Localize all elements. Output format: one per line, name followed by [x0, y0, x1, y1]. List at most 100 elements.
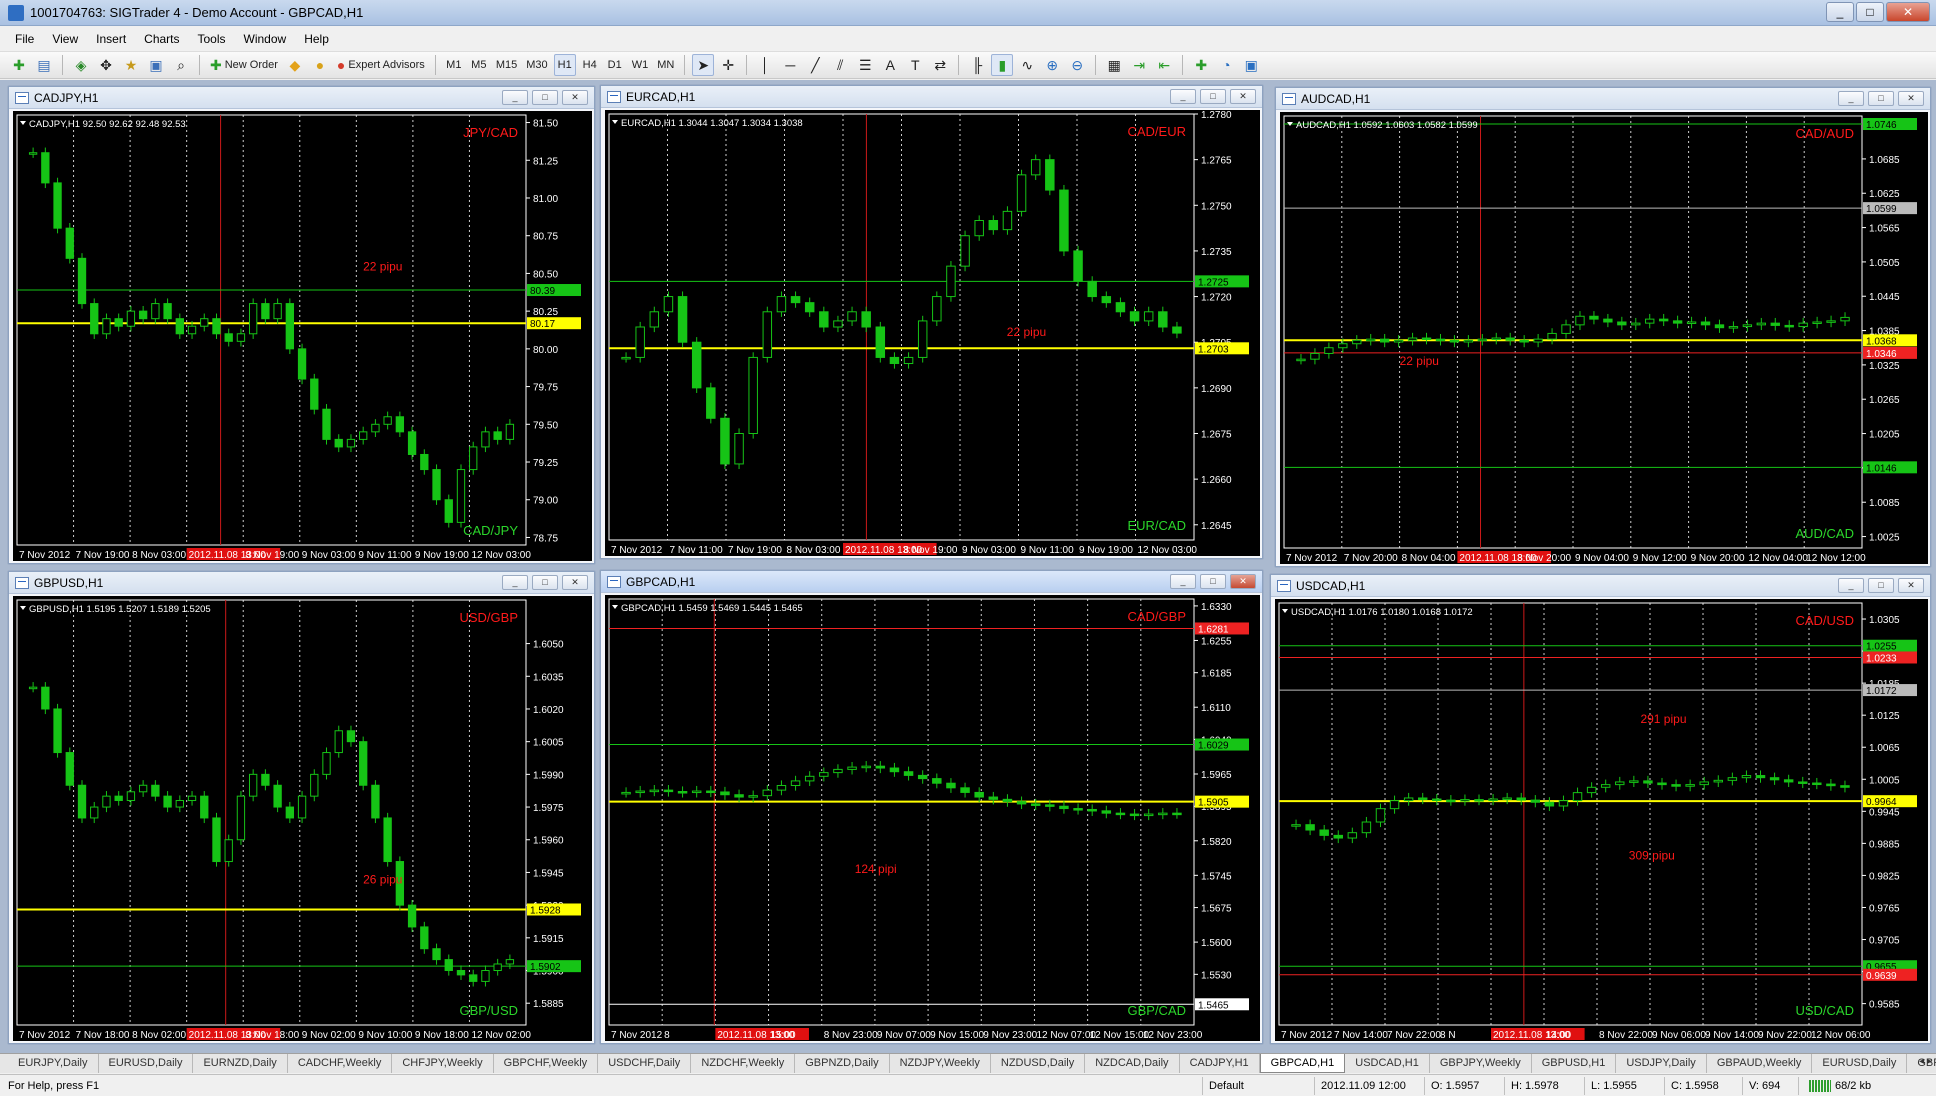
- chart-window-titlebar[interactable]: USDCAD,H1 _ □ ✕: [1271, 575, 1930, 597]
- menu-tools[interactable]: Tools: [189, 30, 235, 48]
- arrows-tool[interactable]: ⇄: [929, 54, 951, 76]
- menu-window[interactable]: Window: [235, 30, 296, 48]
- price-chart-cadjpy[interactable]: 81.50 81.25 81.00 80.75 80.50 80.25 80.00 79.75…: [13, 111, 592, 561]
- menu-view[interactable]: View: [43, 30, 87, 48]
- chart-tab[interactable]: USDCHF,Daily: [598, 1054, 692, 1073]
- chart-window-eurcad[interactable]: EURCAD,H1 _ □ ✕ 1.2780 1.2765 1.2750 1.2735 1.27…: [600, 85, 1263, 559]
- chart-close-button[interactable]: ✕: [562, 90, 588, 105]
- fibonacci-tool[interactable]: ☰: [854, 54, 876, 76]
- chart-tab[interactable]: NZDCAD,Daily: [1085, 1054, 1180, 1073]
- chart-tab[interactable]: EURJPY,Daily: [8, 1054, 99, 1073]
- minimize-button[interactable]: _: [1826, 2, 1854, 22]
- chart-minimize-button[interactable]: _: [1838, 578, 1864, 593]
- period-h1-button[interactable]: H1: [553, 54, 576, 76]
- chart-minimize-button[interactable]: _: [1170, 89, 1196, 104]
- chart-window-titlebar[interactable]: GBPUSD,H1 _ □ ✕: [9, 572, 594, 594]
- chart-close-button[interactable]: ✕: [562, 575, 588, 590]
- metaeditor-button[interactable]: ◆: [284, 54, 306, 76]
- tile-windows-button[interactable]: ▦: [1103, 54, 1125, 76]
- data-window-button[interactable]: ✥: [95, 54, 117, 76]
- chart-maximize-button[interactable]: □: [532, 575, 558, 590]
- text-tool[interactable]: A: [879, 54, 901, 76]
- line-chart-button[interactable]: ∿: [1016, 54, 1038, 76]
- maximize-button[interactable]: □: [1856, 2, 1884, 22]
- chart-tab[interactable]: CADCHF,Weekly: [288, 1054, 393, 1073]
- menu-insert[interactable]: Insert: [87, 30, 135, 48]
- close-button[interactable]: ✕: [1886, 2, 1930, 22]
- chart-close-button[interactable]: ✕: [1898, 91, 1924, 106]
- period-h4-button[interactable]: H4: [579, 54, 601, 76]
- vertical-line-tool[interactable]: │: [754, 54, 776, 76]
- cursor-tool-button[interactable]: ➤: [692, 54, 715, 76]
- chart-minimize-button[interactable]: _: [1838, 91, 1864, 106]
- period-mn-button[interactable]: MN: [654, 54, 677, 76]
- price-chart-gbpcad[interactable]: 1.63301.62551.61851.61101.60401.59651.58…: [605, 595, 1260, 1041]
- chart-window-titlebar[interactable]: AUDCAD,H1 _ □ ✕: [1276, 88, 1930, 110]
- chart-tab[interactable]: GBPCHF,Weekly: [494, 1054, 599, 1073]
- chart-minimize-button[interactable]: _: [502, 575, 528, 590]
- chart-window-cadjpy[interactable]: CADJPY,H1 _ □ ✕ 81.50 81.25 81.00 80.75 80.50 80.…: [8, 86, 595, 564]
- chart-tab[interactable]: NZDJPY,Weekly: [890, 1054, 991, 1073]
- periods-dropdown[interactable]: ◔: [1215, 54, 1237, 76]
- zoom-in-button[interactable]: ⊕: [1041, 54, 1063, 76]
- crosshair-tool-button[interactable]: ✛: [717, 54, 739, 76]
- chart-minimize-button[interactable]: _: [1170, 574, 1196, 589]
- chart-tab[interactable]: CHFJPY,Weekly: [392, 1054, 494, 1073]
- chart-minimize-button[interactable]: _: [502, 90, 528, 105]
- chart-close-button[interactable]: ✕: [1230, 89, 1256, 104]
- period-w1-button[interactable]: W1: [629, 54, 652, 76]
- chart-maximize-button[interactable]: □: [532, 90, 558, 105]
- chart-tab[interactable]: EURUSD,Daily: [99, 1054, 194, 1073]
- chart-close-button[interactable]: ✕: [1230, 574, 1256, 589]
- chart-close-button[interactable]: ✕: [1898, 578, 1924, 593]
- indicators-button[interactable]: ✚: [1190, 54, 1212, 76]
- signals-button[interactable]: ●: [309, 54, 331, 76]
- period-d1-button[interactable]: D1: [604, 54, 626, 76]
- expert-advisors-button[interactable]: ● Expert Advisors: [334, 54, 428, 76]
- price-chart-usdcad[interactable]: 1.03051.02451.01851.01251.00651.00050.99…: [1275, 599, 1928, 1041]
- text-label-tool[interactable]: T: [904, 54, 926, 76]
- chart-window-titlebar[interactable]: GBPCAD,H1 _ □ ✕: [601, 571, 1262, 593]
- period-m1-button[interactable]: M1: [443, 54, 465, 76]
- period-m5-button[interactable]: M5: [468, 54, 490, 76]
- chart-tab[interactable]: GBPCAD,H1: [1259, 1054, 1346, 1073]
- period-m30-button[interactable]: M30: [523, 54, 550, 76]
- profiles-button[interactable]: ▤: [33, 54, 55, 76]
- new-order-button[interactable]: ✚ New Order: [207, 54, 281, 76]
- price-chart-eurcad[interactable]: 1.27801.27651.27501.27351.27201.27051.26…: [605, 110, 1260, 556]
- menu-file[interactable]: File: [6, 30, 43, 48]
- chart-tab[interactable]: USDCAD,H1: [1345, 1054, 1430, 1073]
- terminal-button[interactable]: ▣: [145, 54, 167, 76]
- chart-tab[interactable]: CADJPY,H1: [1180, 1054, 1260, 1073]
- chart-tab[interactable]: GBPJPY,Weekly: [1430, 1054, 1532, 1073]
- chart-tab[interactable]: EURNZD,Daily: [193, 1054, 288, 1073]
- chart-tab[interactable]: GBPNZD,Daily: [795, 1054, 890, 1073]
- chart-maximize-button[interactable]: □: [1200, 574, 1226, 589]
- price-chart-audcad[interactable]: 1.06851.06251.05651.05051.04451.03851.03…: [1280, 112, 1928, 564]
- chart-window-gbpcad[interactable]: GBPCAD,H1 _ □ ✕ 1.6330 1.6255 1.6185 1.6110 1.60…: [600, 570, 1263, 1044]
- candlestick-button[interactable]: ▮: [991, 54, 1014, 76]
- navigator-button[interactable]: ★: [120, 54, 142, 76]
- chart-window-usdcad[interactable]: USDCAD,H1_□✕1.03051.02451.01851.01251.00…: [1270, 574, 1931, 1044]
- new-chart-button[interactable]: ✚: [8, 54, 30, 76]
- chart-maximize-button[interactable]: □: [1868, 578, 1894, 593]
- autoscroll-button[interactable]: ⇥: [1128, 54, 1150, 76]
- horizontal-line-tool[interactable]: ─: [779, 54, 801, 76]
- templates-dropdown[interactable]: ▣: [1240, 54, 1262, 76]
- menu-charts[interactable]: Charts: [135, 30, 188, 48]
- chart-shift-button[interactable]: ⇤: [1153, 54, 1175, 76]
- period-m15-button[interactable]: M15: [493, 54, 520, 76]
- chart-window-audcad[interactable]: AUDCAD,H1 _ □ ✕ 1.0685 1.0625 1.0565 1.0505 1.04…: [1275, 87, 1931, 567]
- menu-help[interactable]: Help: [295, 30, 338, 48]
- channel-tool[interactable]: ⫽: [829, 54, 851, 76]
- price-chart-gbpusd[interactable]: 1.6050 1.6035 1.6020 1.6005 1.5990 1.5975 1.59…: [13, 596, 592, 1041]
- chart-tab[interactable]: NZDCHF,Weekly: [691, 1054, 796, 1073]
- chart-window-titlebar[interactable]: EURCAD,H1 _ □ ✕: [601, 86, 1262, 108]
- chart-window-gbpusd[interactable]: GBPUSD,H1 _ □ ✕ 1.6050 1.6035 1.6020 1.6005 1.59…: [8, 571, 595, 1044]
- bar-chart-button[interactable]: ╟: [966, 54, 988, 76]
- chart-maximize-button[interactable]: □: [1200, 89, 1226, 104]
- market-watch-button[interactable]: ◈: [70, 54, 92, 76]
- chart-tab[interactable]: GBPUSD,H1: [1532, 1054, 1617, 1073]
- zoom-out-button[interactable]: ⊖: [1066, 54, 1088, 76]
- trendline-tool[interactable]: ╱: [804, 54, 826, 76]
